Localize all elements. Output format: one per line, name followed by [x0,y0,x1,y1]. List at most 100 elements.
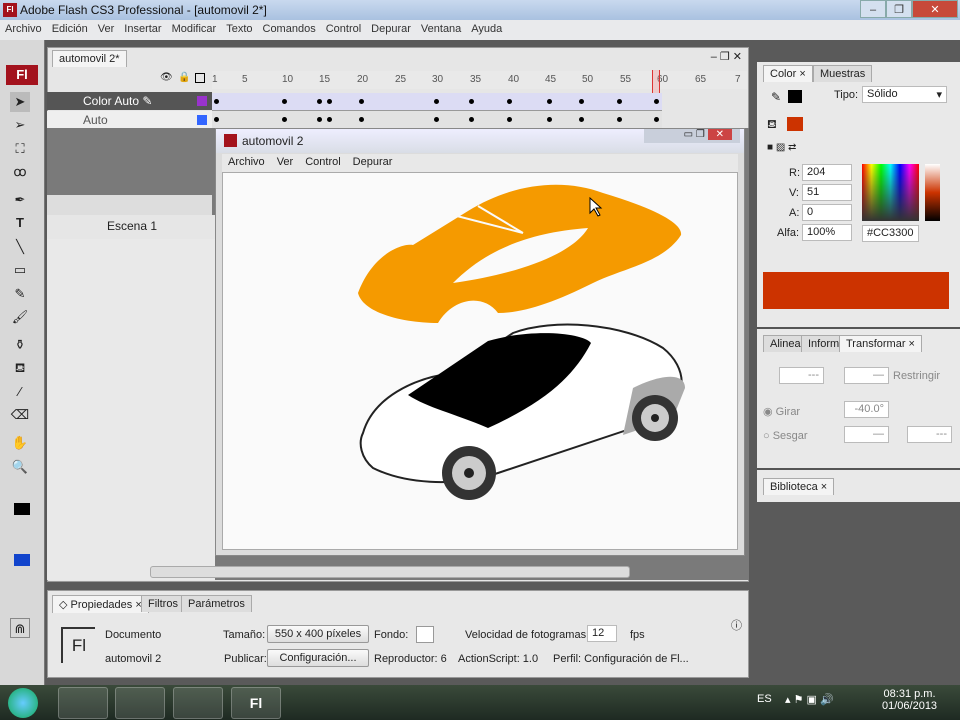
layer-auto[interactable]: Auto [47,111,212,129]
keyframe[interactable] [507,117,512,122]
keyframe[interactable] [547,117,552,122]
keyframe[interactable] [317,99,322,104]
zoom-tool-icon[interactable]: 🔍 [10,457,30,477]
keyframe[interactable] [214,99,219,104]
menu-comandos[interactable]: Comandos [258,20,321,38]
menu-depurar[interactable]: Depurar [366,20,416,38]
ink-bottle-tool-icon[interactable]: ⚱ [10,335,30,355]
keyframe[interactable] [434,99,439,104]
background-color-button[interactable] [416,626,434,643]
width-input[interactable]: --- [779,367,824,384]
tab-biblioteca[interactable]: Biblioteca × [763,478,835,495]
alfa-input[interactable]: 100% [802,224,852,241]
selection-tool-icon[interactable]: ➤ [10,92,30,112]
subselection-tool-icon[interactable]: ➢ [10,115,30,135]
stroke-color-swatch[interactable] [14,503,30,515]
menu-texto[interactable]: Texto [221,20,257,38]
height-input[interactable]: — [844,367,889,384]
media-player-taskbar-icon[interactable] [115,687,165,719]
paint-bucket-tool-icon[interactable]: ⛾ [10,358,30,378]
keyframe[interactable] [617,99,622,104]
frames-auto[interactable] [212,111,662,128]
size-button[interactable]: 550 x 400 píxeles [267,625,369,643]
tab-document[interactable]: automovil 2* [52,50,127,67]
frame-ruler[interactable]: 1 5 10 15 20 25 30 35 40 45 50 55 60 65 7 [212,71,747,89]
keyframe[interactable] [214,117,219,122]
tab-muestras[interactable]: Muestras [813,65,873,82]
eye-icon[interactable]: 👁 [160,72,173,83]
skew-v-input[interactable]: --- [907,426,952,443]
rectangle-tool-icon[interactable]: ▭ [10,260,30,280]
keyframe[interactable] [359,117,364,122]
color-spectrum[interactable] [862,164,919,221]
hex-input[interactable]: #CC3300 [862,225,919,242]
close-button[interactable]: ✕ [912,0,958,18]
help-icon[interactable]: ⓘ [731,617,742,633]
panel-window-controls[interactable]: – ❐ ✕ [711,50,742,63]
profile-label[interactable]: Perfil: Configuración de Fl... [553,653,689,665]
chrome-taskbar-icon[interactable] [173,687,223,719]
snap-magnet-icon[interactable]: ⋒ [10,618,30,638]
rotate-input[interactable]: -40.0° [844,401,889,418]
keyframe[interactable] [327,117,332,122]
menu-ventana[interactable]: Ventana [416,20,466,38]
brightness-slider[interactable] [925,164,940,221]
menu-edicion[interactable]: Edición [47,20,93,38]
tab-transformar[interactable]: Transformar × [839,335,922,352]
fill-color-swatch[interactable] [14,554,30,566]
keyframe[interactable] [469,117,474,122]
keyframe[interactable] [579,117,584,122]
brush-tool-icon[interactable]: 🖌 [10,307,30,327]
doc-menu-depurar[interactable]: Depurar [347,154,399,170]
fill-color-button[interactable] [787,117,803,131]
keyframe[interactable] [654,99,659,104]
explorer-taskbar-icon[interactable] [58,687,108,719]
tipo-select[interactable]: Sólido ▾ [862,86,947,103]
sesgar-radio[interactable]: ○ Sesgar [763,430,808,442]
keyframe[interactable] [359,99,364,104]
lasso-tool-icon[interactable]: ꝏ [10,162,30,182]
fps-input[interactable]: 12 [587,625,617,642]
start-button[interactable] [8,688,38,718]
eyedropper-tool-icon[interactable]: ⁄ [10,382,30,402]
keyframe[interactable] [282,99,287,104]
movie-canvas[interactable] [222,172,738,550]
keyframe[interactable] [654,117,659,122]
frames-color-auto[interactable] [212,93,662,111]
free-transform-tool-icon[interactable]: ⛶ [10,139,30,159]
swap-colors-icons[interactable]: ■ ▨ ⇄ [767,142,796,153]
minimize-button[interactable]: – [860,0,886,18]
layer-color-auto[interactable]: Color Auto ✎ [47,92,212,110]
v-input[interactable]: 51 [802,184,852,201]
pencil-tool-icon[interactable]: ✎ [10,284,30,304]
skew-h-input[interactable]: — [844,426,889,443]
tab-color[interactable]: Color × [763,65,813,82]
hand-tool-icon[interactable]: ✋ [10,433,30,453]
girar-radio[interactable]: ◉ Girar [763,405,800,418]
keyframe[interactable] [327,99,332,104]
keyframe[interactable] [469,99,474,104]
outline-icon[interactable] [195,73,205,83]
restringir-checkbox[interactable]: Restringir [893,370,940,382]
doc-menu-control[interactable]: Control [299,154,346,170]
keyframe[interactable] [282,117,287,122]
flash-taskbar-icon[interactable]: Fl [231,687,281,719]
a-input[interactable]: 0 [802,204,852,221]
doc-window-controls[interactable]: ▭ ❐ ✕ [644,129,740,143]
keyframe[interactable] [617,117,622,122]
text-tool-icon[interactable]: T [10,213,30,233]
keyframe[interactable] [317,117,322,122]
keyframe[interactable] [579,99,584,104]
clock[interactable]: 08:31 p.m. 01/06/2013 [882,688,937,712]
tab-propiedades[interactable]: ◇ Propiedades × [52,595,149,613]
pen-tool-icon[interactable]: ✒ [10,190,30,210]
maximize-button[interactable]: ❐ [886,0,912,18]
line-tool-icon[interactable]: ╲ [10,237,30,257]
keyframe[interactable] [434,117,439,122]
tray-icons[interactable]: ▴ ⚑ ▣ 🔊 [785,693,834,706]
menu-ayuda[interactable]: Ayuda [466,20,507,38]
menu-modificar[interactable]: Modificar [167,20,222,38]
tab-filtros[interactable]: Filtros [141,595,185,612]
menu-control[interactable]: Control [321,20,366,38]
doc-menu-archivo[interactable]: Archivo [222,154,271,170]
